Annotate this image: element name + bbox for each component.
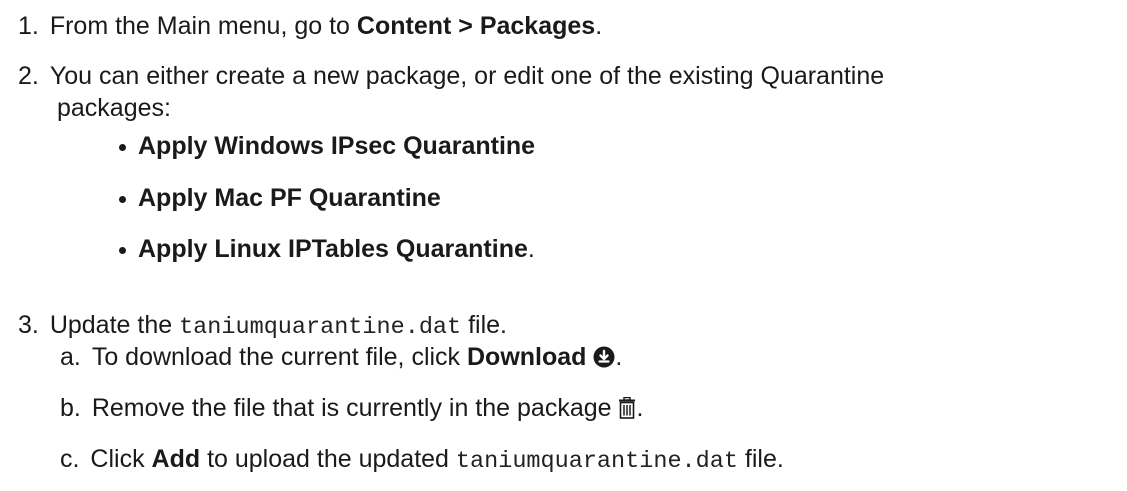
step-number: 1. (18, 12, 39, 40)
step-text: Update the (49, 311, 180, 339)
substep-letter: c. (60, 445, 80, 473)
step-punct: . (527, 235, 535, 263)
bullet-item-mac: Apply Mac PF Quarantine (138, 183, 441, 213)
step-punct: . (615, 343, 623, 371)
step-text: You can either create a new package, or … (49, 62, 885, 90)
step-3: 3. Update the taniumquarantine.dat file. (18, 310, 507, 343)
package-name: Apply Windows IPsec Quarantine (138, 132, 536, 160)
step-2: 2. You can either create a new package, … (18, 61, 884, 91)
bullet-item-linux: Apply Linux IPTables Quarantine. (138, 234, 535, 264)
substep-c: c. Click Add to upload the updated taniu… (60, 444, 784, 477)
substep-b: b. Remove the file that is currently in … (60, 393, 643, 426)
substep-text: to upload the updated (200, 445, 456, 473)
step-text: From the Main menu, go to (49, 12, 357, 40)
step-punct: . (595, 12, 603, 40)
substep-text: Click (90, 445, 152, 473)
trash-icon (618, 396, 636, 426)
step-2-continued: packages: (57, 93, 171, 123)
package-name: Apply Linux IPTables Quarantine (138, 235, 528, 263)
bullet-item-windows: Apply Windows IPsec Quarantine (138, 131, 535, 161)
menu-path: Content > Packages (356, 12, 596, 40)
instructions-page: { "steps": { "s1": { "num": "1.", "pre":… (0, 0, 1127, 491)
add-label: Add (151, 445, 201, 473)
step-punct: . (636, 394, 644, 422)
package-name: Apply Mac PF Quarantine (138, 184, 441, 212)
substep-a: a. To download the current file, click D… (60, 342, 622, 375)
substep-letter: b. (60, 394, 81, 422)
bullet-dot (119, 196, 126, 203)
step-number: 2. (18, 62, 39, 90)
download-circle-icon (593, 345, 615, 375)
substep-text: Remove the file that is currently in the… (91, 394, 619, 422)
bullet-dot (119, 247, 126, 254)
step-text: file. (461, 311, 507, 339)
step-text: packages: (57, 94, 171, 122)
download-label: Download (467, 343, 587, 371)
filename-code: taniumquarantine.dat (455, 448, 738, 475)
step-number: 3. (18, 311, 39, 339)
bullet-dot (119, 144, 126, 151)
step-1: 1. From the Main menu, go to Content > P… (18, 11, 602, 41)
filename-code: taniumquarantine.dat (179, 314, 462, 341)
substep-text: file. (737, 445, 784, 473)
substep-letter: a. (60, 343, 81, 371)
substep-text: To download the current file, click (91, 343, 467, 371)
